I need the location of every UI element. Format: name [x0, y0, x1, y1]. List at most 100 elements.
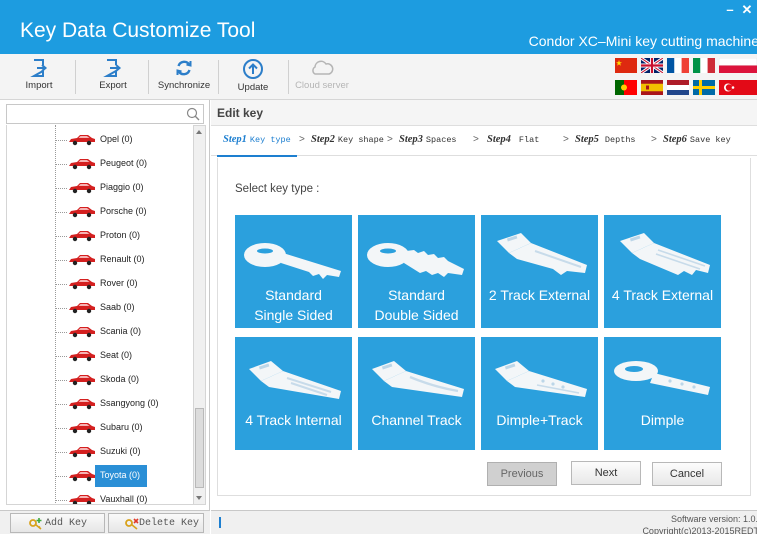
select-key-type-prompt: Select key type :: [235, 183, 320, 195]
tree-item[interactable]: Ssangyong (0): [55, 393, 193, 415]
tree-item[interactable]: Opel (0): [55, 129, 193, 151]
step-4[interactable]: Step4 Flat: [487, 134, 539, 145]
2-track-external-key-icon: [497, 233, 587, 275]
italy-flag[interactable]: [693, 58, 715, 73]
import-button[interactable]: Import: [10, 54, 68, 98]
key-type-label: Single Sided: [254, 307, 333, 323]
car-icon: [69, 447, 95, 458]
key-type-dimple[interactable]: Dimple: [604, 337, 721, 450]
delete-key-button[interactable]: Delete Key: [108, 513, 204, 533]
toolbar-divider: [218, 60, 219, 94]
export-button[interactable]: Export: [84, 54, 142, 98]
tree-branch: [55, 164, 67, 165]
turkey-flag[interactable]: [719, 80, 757, 95]
tree-item-label: Porsche (0): [100, 206, 147, 216]
key-type-standard-single-sided[interactable]: Standard Single Sided: [235, 215, 352, 328]
tree-item-label: Opel (0): [100, 134, 133, 144]
key-type-dimple-track[interactable]: Dimple+Track: [481, 337, 598, 450]
step-6[interactable]: Step6 Save key: [663, 134, 731, 145]
scroll-down-icon[interactable]: [196, 496, 202, 500]
united-kingdom-flag[interactable]: [641, 58, 663, 73]
tree-item[interactable]: Seat (0): [55, 345, 193, 367]
key-type-label: Standard: [265, 287, 322, 303]
tree-scrollbar[interactable]: [194, 125, 206, 505]
tree-item-label: Scania (0): [100, 326, 142, 336]
active-step-indicator: [217, 155, 297, 157]
car-icon: [69, 423, 95, 434]
tree-item[interactable]: Saab (0): [55, 297, 193, 319]
step-2[interactable]: Step2 Key shape: [311, 134, 384, 145]
4-track-internal-key-icon: [249, 361, 341, 399]
synchronize-button[interactable]: Synchronize: [155, 54, 213, 98]
key-type-4-track-external[interactable]: 4 Track External: [604, 215, 721, 328]
toolbar-divider: [148, 60, 149, 94]
dimple-key-icon: [614, 361, 710, 395]
add-key-button[interactable]: Add Key: [10, 513, 105, 533]
tree-item[interactable]: Renault (0): [55, 249, 193, 271]
key-type-label: Dimple+Track: [496, 412, 583, 428]
key-type-channel-track[interactable]: Channel Track: [358, 337, 475, 450]
tree-item[interactable]: Skoda (0): [55, 369, 193, 391]
close-button[interactable]: ✕: [740, 2, 754, 18]
search-icon[interactable]: [186, 107, 200, 121]
tree-item-label: Skoda (0): [100, 374, 140, 384]
step-separator: >: [473, 134, 479, 145]
dimple-track-key-icon: [495, 361, 587, 397]
minimize-button[interactable]: –: [723, 2, 737, 18]
poland-flag[interactable]: [719, 58, 757, 73]
tree-item[interactable]: Toyota (0): [55, 465, 193, 487]
previous-button[interactable]: Previous: [487, 462, 557, 486]
cloud-server-label: Cloud server: [295, 80, 349, 91]
netherlands-flag[interactable]: [667, 80, 689, 95]
spain-flag[interactable]: [641, 80, 663, 95]
scrollbar-thumb[interactable]: [195, 408, 204, 488]
car-icon: [69, 471, 95, 482]
update-icon: [243, 59, 263, 79]
car-icon: [69, 375, 95, 386]
step-1[interactable]: Step1 Key type: [223, 134, 291, 145]
cloud-server-button[interactable]: Cloud server: [293, 54, 351, 98]
tree-item[interactable]: Vauxhall (0): [55, 489, 193, 504]
update-button[interactable]: Update: [224, 54, 282, 98]
tree-branch: [55, 428, 67, 429]
tree-item[interactable]: Peugeot (0): [55, 153, 193, 175]
app-title: Key Data Customize Tool: [20, 19, 256, 42]
brand-tree: Opel (0) Peugeot (0) Piaggio (0) Porsche (0…: [6, 125, 194, 505]
copyright-text: Copyright(c)2013-2015REDT: [642, 526, 757, 534]
portugal-flag[interactable]: [615, 80, 637, 95]
tree-item[interactable]: Porsche (0): [55, 201, 193, 223]
search-input[interactable]: [10, 107, 180, 121]
key-type-4-track-internal[interactable]: 4 Track Internal: [235, 337, 352, 450]
tree-branch: [55, 236, 67, 237]
cancel-button[interactable]: Cancel: [652, 462, 722, 486]
sweden-flag[interactable]: [693, 80, 715, 95]
toolbar-divider: [75, 60, 76, 94]
car-icon: [69, 183, 95, 194]
france-flag[interactable]: [667, 58, 689, 73]
tree-item[interactable]: Rover (0): [55, 273, 193, 295]
tree-item-label: Ssangyong (0): [100, 398, 159, 408]
tree-item[interactable]: Proton (0): [55, 225, 193, 247]
tree-branch: [55, 212, 67, 213]
tree-item[interactable]: Scania (0): [55, 321, 193, 343]
tree-item[interactable]: Piaggio (0): [55, 177, 193, 199]
step-3[interactable]: Step3 Spaces: [399, 134, 457, 145]
next-button[interactable]: Next: [571, 461, 641, 485]
scroll-up-icon[interactable]: [196, 130, 202, 134]
tree-item[interactable]: Suzuki (0): [55, 441, 193, 463]
key-type-standard-double-sided[interactable]: Standard Double Sided: [358, 215, 475, 328]
car-icon: [69, 159, 95, 170]
tree-item[interactable]: Subaru (0): [55, 417, 193, 439]
key-type-2-track-external[interactable]: 2 Track External: [481, 215, 598, 328]
toolbar-divider: [288, 60, 289, 94]
import-icon: [30, 59, 48, 77]
car-icon: [69, 231, 95, 242]
tree-item-label: Saab (0): [100, 302, 135, 312]
step-5[interactable]: Step5 Depths: [575, 134, 636, 145]
delete-key-icon: [125, 518, 139, 530]
edit-key-header: Edit key: [211, 100, 757, 126]
tree-branch: [55, 188, 67, 189]
china-flag[interactable]: [615, 58, 637, 73]
tree-item-label: Seat (0): [100, 350, 133, 360]
car-icon: [69, 399, 95, 410]
